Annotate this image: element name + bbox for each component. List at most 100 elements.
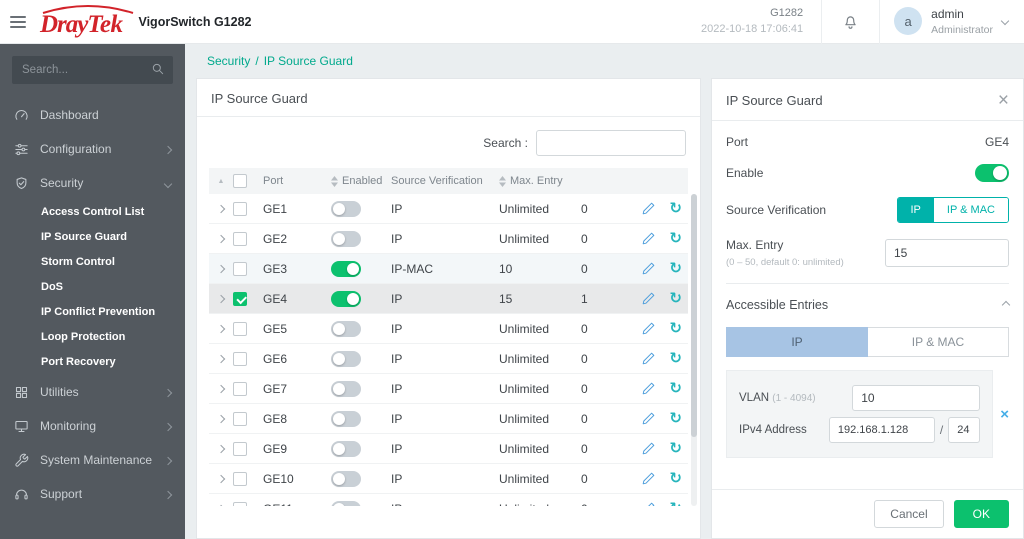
enabled-toggle[interactable] [331, 380, 361, 397]
row-expand-icon[interactable] [216, 474, 226, 483]
edit-icon[interactable] [641, 441, 656, 456]
sidebar-item-access-control-list[interactable]: Access Control List [0, 200, 185, 225]
table-row[interactable]: GE3 IP-MAC 10 0 ↻ [209, 254, 688, 284]
select-all-checkbox[interactable] [233, 174, 247, 188]
row-checkbox[interactable] [233, 351, 247, 366]
row-checkbox[interactable] [233, 411, 247, 426]
sidebar-item-security[interactable]: Security [0, 166, 185, 200]
row-expand-icon[interactable] [216, 354, 226, 363]
sidebar-item-system-maintenance[interactable]: System Maintenance [0, 443, 185, 477]
user-menu[interactable]: a admin Administrator [880, 6, 1024, 36]
row-checkbox[interactable] [233, 441, 247, 456]
remove-entry-icon[interactable]: × [1000, 406, 1009, 423]
row-expand-icon[interactable] [216, 444, 226, 453]
row-checkbox[interactable] [233, 321, 247, 336]
edit-icon[interactable] [641, 411, 656, 426]
edit-icon[interactable] [641, 501, 656, 506]
refresh-icon[interactable]: ↻ [669, 471, 682, 486]
sv-option-ip-mac[interactable]: IP & MAC [933, 198, 1008, 222]
sidebar-item-ip-conflict-prevention[interactable]: IP Conflict Prevention [0, 300, 185, 325]
ok-button[interactable]: OK [953, 500, 1009, 528]
table-row[interactable]: GE9 IP Unlimited 0 ↻ [209, 434, 688, 464]
edit-icon[interactable] [641, 231, 656, 246]
row-expand-icon[interactable] [216, 384, 226, 393]
column-header-port[interactable]: Port [263, 175, 331, 187]
enabled-toggle[interactable] [331, 500, 361, 506]
refresh-icon[interactable]: ↻ [669, 351, 682, 366]
tab-ip-mac[interactable]: IP & MAC [868, 327, 1009, 357]
sidebar-item-configuration[interactable]: Configuration [0, 132, 185, 166]
close-icon[interactable]: × [998, 91, 1009, 110]
sidebar-item-port-recovery[interactable]: Port Recovery [0, 350, 185, 375]
sidebar-item-dashboard[interactable]: Dashboard [0, 98, 185, 132]
menu-icon[interactable] [10, 15, 26, 28]
max-entry-input[interactable] [885, 239, 1009, 267]
sort-caret-icon[interactable]: ▲ [218, 178, 225, 185]
table-row[interactable]: GE11 IP Unlimited 0 ↻ [209, 494, 688, 506]
refresh-icon[interactable]: ↻ [669, 261, 682, 276]
refresh-icon[interactable]: ↻ [669, 441, 682, 456]
refresh-icon[interactable]: ↻ [669, 381, 682, 396]
tab-ip[interactable]: IP [726, 327, 868, 357]
column-header-enabled[interactable]: Enabled [342, 175, 382, 187]
sidebar-search-input[interactable] [12, 56, 173, 84]
row-expand-icon[interactable] [216, 204, 226, 213]
refresh-icon[interactable]: ↻ [669, 321, 682, 336]
column-header-max-entry[interactable]: Max. Entry [510, 175, 563, 187]
cancel-button[interactable]: Cancel [874, 500, 944, 528]
table-row[interactable]: GE7 IP Unlimited 0 ↻ [209, 374, 688, 404]
sidebar-item-ip-source-guard[interactable]: IP Source Guard [0, 225, 185, 250]
row-checkbox[interactable] [233, 261, 247, 276]
column-header-source-verification[interactable]: Source Verification [391, 175, 499, 187]
table-search-input[interactable] [536, 130, 686, 156]
notifications-button[interactable] [822, 13, 879, 30]
sidebar-item-storm-control[interactable]: Storm Control [0, 250, 185, 275]
ipv4-input[interactable] [828, 417, 935, 443]
refresh-icon[interactable]: ↻ [669, 231, 682, 246]
enabled-toggle[interactable] [331, 440, 361, 457]
sidebar-item-utilities[interactable]: Utilities [0, 375, 185, 409]
enabled-toggle[interactable] [331, 410, 361, 427]
sidebar-item-loop-protection[interactable]: Loop Protection [0, 325, 185, 350]
sort-icon[interactable] [499, 175, 506, 187]
vlan-input[interactable] [852, 385, 981, 411]
enabled-toggle[interactable] [331, 200, 361, 217]
edit-icon[interactable] [641, 291, 656, 306]
edit-icon[interactable] [641, 321, 656, 336]
scrollbar-thumb[interactable] [691, 194, 697, 438]
edit-icon[interactable] [641, 201, 656, 216]
table-row[interactable]: GE8 IP Unlimited 0 ↻ [209, 404, 688, 434]
sidebar-item-support[interactable]: Support [0, 477, 185, 511]
breadcrumb-page[interactable]: IP Source Guard [264, 54, 353, 68]
table-row[interactable]: GE2 IP Unlimited 0 ↻ [209, 224, 688, 254]
table-row[interactable]: GE10 IP Unlimited 0 ↻ [209, 464, 688, 494]
enabled-toggle[interactable] [331, 260, 361, 277]
row-expand-icon[interactable] [216, 324, 226, 333]
table-row[interactable]: GE4 IP 15 1 ↻ [209, 284, 688, 314]
refresh-icon[interactable]: ↻ [669, 411, 682, 426]
enabled-toggle[interactable] [331, 320, 361, 337]
prefix-input[interactable] [948, 417, 981, 443]
row-expand-icon[interactable] [216, 264, 226, 273]
edit-icon[interactable] [641, 381, 656, 396]
table-row[interactable]: GE5 IP Unlimited 0 ↻ [209, 314, 688, 344]
row-checkbox[interactable] [233, 381, 247, 396]
row-expand-icon[interactable] [216, 414, 226, 423]
edit-icon[interactable] [641, 471, 656, 486]
sidebar-item-monitoring[interactable]: Monitoring [0, 409, 185, 443]
table-row[interactable]: GE1 IP Unlimited 0 ↻ [209, 194, 688, 224]
row-checkbox[interactable] [233, 231, 247, 246]
row-expand-icon[interactable] [216, 504, 226, 506]
refresh-icon[interactable]: ↻ [669, 201, 682, 216]
row-expand-icon[interactable] [216, 294, 226, 303]
sidebar-item-dos[interactable]: DoS [0, 275, 185, 300]
row-checkbox[interactable] [233, 291, 247, 306]
row-expand-icon[interactable] [216, 234, 226, 243]
row-checkbox[interactable] [233, 201, 247, 216]
sort-icon[interactable] [331, 175, 338, 187]
enabled-toggle[interactable] [331, 350, 361, 367]
edit-icon[interactable] [641, 351, 656, 366]
table-row[interactable]: GE6 IP Unlimited 0 ↻ [209, 344, 688, 374]
row-checkbox[interactable] [233, 501, 247, 506]
collapse-chevron-icon[interactable] [1001, 300, 1011, 310]
